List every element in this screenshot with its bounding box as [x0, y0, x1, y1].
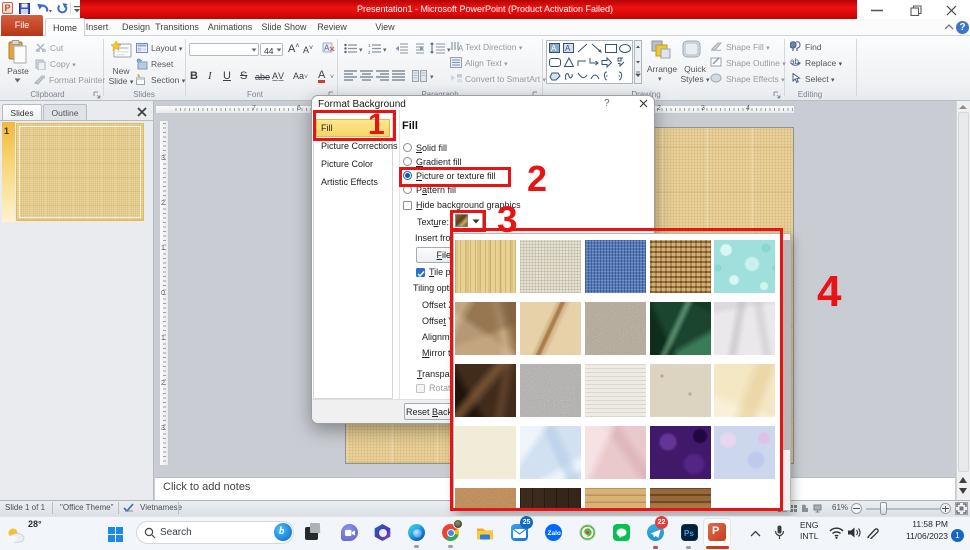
svg-text:1: 1 [368, 43, 371, 48]
svg-text:A: A [551, 44, 557, 53]
svg-text:A: A [565, 44, 571, 53]
svg-text:A: A [458, 44, 463, 52]
svg-text:A: A [324, 44, 330, 53]
svg-text:2: 2 [368, 50, 371, 54]
